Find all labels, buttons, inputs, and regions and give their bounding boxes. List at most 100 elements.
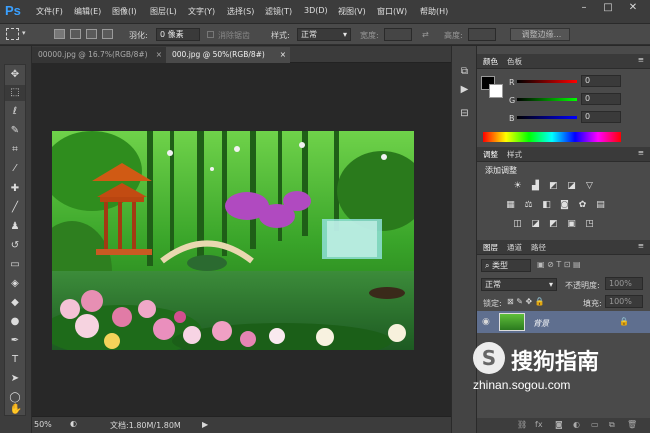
actions-panel-icon[interactable]: ▶ [457, 84, 472, 98]
b-value[interactable]: 0 [581, 111, 621, 123]
tab-000-jpg[interactable]: 000.jpg @ 50%(RGB/8#) × [166, 47, 290, 63]
levels-icon[interactable]: ▟ [530, 181, 541, 191]
menu-image[interactable]: 图像(I) [112, 6, 137, 17]
tab-adjustments[interactable]: 调整 [479, 149, 502, 160]
document-image[interactable] [52, 131, 414, 350]
paint-bucket-icon[interactable]: ◈ [5, 276, 25, 292]
menu-type[interactable]: 文字(Y) [188, 6, 215, 17]
height-input[interactable] [468, 28, 496, 41]
clone-stamp-icon[interactable]: ♟ [5, 219, 25, 235]
panel-menu-icon[interactable]: ≡ [634, 148, 648, 157]
folder-icon[interactable]: ▭ [591, 420, 599, 429]
eraser-tool-icon[interactable]: ▭ [5, 257, 25, 273]
hand-tool-icon[interactable]: ✋ [6, 402, 26, 418]
fx-icon[interactable]: fx [535, 420, 543, 429]
menu-edit[interactable]: 编辑(E) [74, 6, 101, 17]
history-brush-icon[interactable]: ↺ [5, 238, 25, 254]
crop-tool-icon[interactable]: ⌗ [5, 142, 25, 158]
black-white-icon[interactable]: ◧ [541, 200, 552, 210]
posterize-icon[interactable]: ◪ [530, 219, 541, 229]
layer-row-background[interactable]: ◉ 背景 🔒 [477, 311, 650, 333]
move-tool-icon[interactable]: ✥ [5, 67, 25, 83]
swap-icon[interactable]: ⇄ [422, 30, 429, 39]
r-slider[interactable] [517, 80, 577, 83]
gradient-map-icon[interactable]: ▣ [566, 219, 577, 229]
subtract-selection-icon[interactable] [86, 29, 97, 39]
chevron-down-icon[interactable]: ▾ [22, 29, 26, 37]
blend-mode-select[interactable]: 正常 ▾ [481, 278, 557, 291]
invert-icon[interactable]: ◫ [512, 219, 523, 229]
curves-icon[interactable]: ◩ [548, 181, 559, 191]
menu-window[interactable]: 窗口(W) [377, 6, 407, 17]
brightness-icon[interactable]: ☀ [512, 181, 523, 191]
panel-menu-icon[interactable]: ≡ [634, 55, 648, 64]
layer-kind-filter[interactable]: ⌕ 类型 [481, 259, 531, 272]
menu-select[interactable]: 选择(S) [227, 6, 254, 17]
menu-3d[interactable]: 3D(D) [304, 6, 328, 15]
properties-panel-icon[interactable]: ⊟ [457, 108, 472, 122]
color-lookup-icon[interactable]: ▤ [595, 200, 606, 210]
brush-tool-icon[interactable]: ╱ [5, 200, 25, 216]
play-icon[interactable]: ▶ [202, 420, 208, 429]
eyedropper-tool-icon[interactable]: ⁄ [5, 161, 25, 177]
restore-button[interactable]: □ [597, 1, 619, 15]
threshold-icon[interactable]: ◩ [548, 219, 559, 229]
width-input[interactable] [384, 28, 412, 41]
color-balance-icon[interactable]: ⚖ [523, 200, 534, 210]
quick-select-tool-icon[interactable]: ✎ [5, 123, 25, 139]
intersect-selection-icon[interactable] [102, 29, 113, 39]
marquee-tool-icon[interactable]: ⬚ [5, 85, 25, 101]
tab-layers[interactable]: 图层 [479, 242, 502, 253]
feather-input[interactable]: 0 像素 [156, 28, 200, 41]
g-value[interactable]: 0 [581, 93, 621, 105]
tab-color[interactable]: 颜色 [479, 56, 502, 67]
tab-styles[interactable]: 样式 [503, 149, 526, 160]
new-layer-icon[interactable]: ⧉ [609, 420, 615, 430]
color-spectrum[interactable] [483, 132, 621, 142]
tab-paths[interactable]: 路径 [527, 242, 550, 253]
eye-icon[interactable]: ◉ [482, 317, 490, 327]
filter-icons[interactable]: ▣ ⊘ T ⊡ ▤ [537, 260, 581, 269]
mask-icon[interactable]: ◙ [555, 420, 563, 429]
menu-help[interactable]: 帮助(H) [420, 6, 448, 17]
doc-info-icon[interactable]: ◐ [70, 419, 77, 428]
tab-00000-jpg[interactable]: 00000.jpg @ 16.7%(RGB/8#) × [32, 47, 166, 63]
path-select-icon[interactable]: ➤ [5, 371, 25, 387]
vibrance-icon[interactable]: ▽ [584, 181, 595, 191]
fill-input[interactable]: 100% [605, 295, 643, 308]
new-selection-icon[interactable] [54, 29, 65, 39]
history-panel-icon[interactable]: ⧉ [457, 66, 472, 80]
hue-icon[interactable]: ▦ [505, 200, 516, 210]
menu-view[interactable]: 视图(V) [338, 6, 366, 17]
blur-tool-icon[interactable]: ◆ [5, 295, 25, 311]
link-icon[interactable]: ⛓ [517, 420, 527, 429]
minimize-button[interactable]: – [573, 1, 595, 15]
tab-swatches[interactable]: 色板 [503, 56, 526, 67]
photo-filter-icon[interactable]: ◙ [559, 200, 570, 210]
b-slider[interactable] [517, 116, 577, 119]
menu-filter[interactable]: 滤镜(T) [265, 6, 292, 17]
g-slider[interactable] [517, 98, 577, 101]
marquee-tool-preset-icon[interactable] [6, 28, 19, 40]
lock-icons[interactable]: ⊠ ✎ ✥ 🔒 [507, 297, 545, 306]
add-selection-icon[interactable] [70, 29, 81, 39]
type-tool-icon[interactable]: T [5, 352, 25, 368]
lasso-tool-icon[interactable]: ℓ [5, 104, 25, 120]
exposure-icon[interactable]: ◪ [566, 181, 577, 191]
close-icon[interactable]: × [280, 50, 286, 59]
r-value[interactable]: 0 [581, 75, 621, 87]
background-color-swatch[interactable] [489, 84, 503, 98]
close-icon[interactable]: × [156, 50, 162, 59]
healing-brush-icon[interactable]: ✚ [5, 181, 25, 197]
menu-file[interactable]: 文件(F) [36, 6, 63, 17]
close-window-button[interactable]: ✕ [622, 1, 644, 15]
dodge-tool-icon[interactable]: ● [5, 314, 25, 330]
antialias-checkbox[interactable] [207, 31, 214, 38]
selective-color-icon[interactable]: ◳ [584, 219, 595, 229]
pen-tool-icon[interactable]: ✒ [5, 333, 25, 349]
tab-channels[interactable]: 通道 [503, 242, 526, 253]
panel-menu-icon[interactable]: ≡ [634, 241, 648, 250]
style-select[interactable]: 正常 ▾ [297, 28, 351, 41]
trash-icon[interactable]: 🗑 [627, 420, 637, 429]
zoom-level[interactable]: 50% [34, 420, 52, 429]
